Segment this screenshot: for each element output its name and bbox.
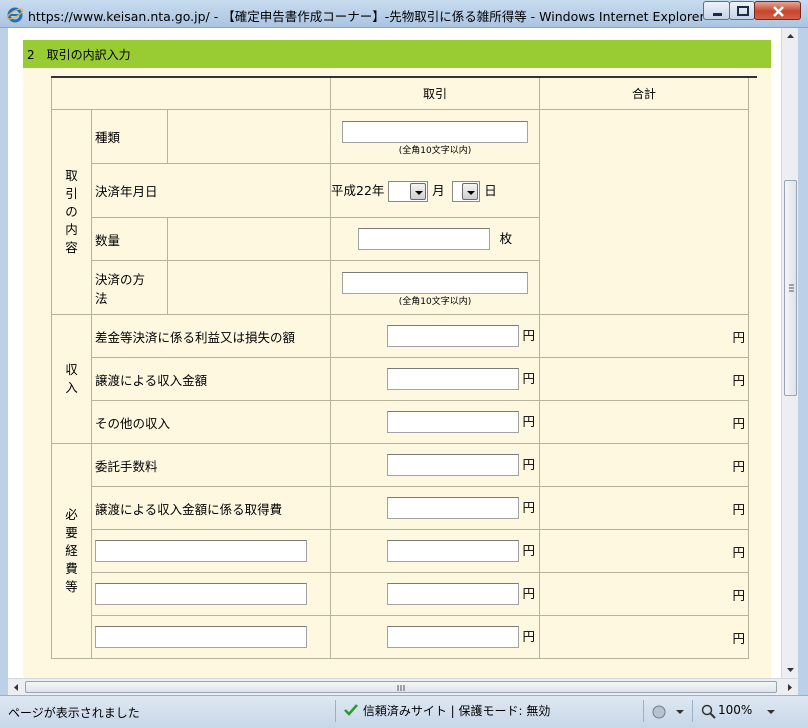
yen-unit: 円 bbox=[522, 542, 535, 558]
expense-acquisition-input[interactable] bbox=[386, 497, 519, 520]
row-spacer bbox=[167, 260, 331, 315]
month-select[interactable] bbox=[388, 180, 429, 202]
chevron-down-icon bbox=[410, 182, 427, 200]
vertical-scrollbar[interactable] bbox=[781, 28, 798, 678]
scroll-up-icon[interactable] bbox=[782, 28, 799, 45]
custom-expense-name-input-2[interactable] bbox=[95, 583, 307, 605]
group-label-content: 取引の内容 bbox=[51, 109, 92, 315]
row-label-method: 決済の方法 bbox=[91, 260, 168, 315]
minimize-icon bbox=[713, 13, 722, 16]
scroll-right-icon[interactable] bbox=[781, 679, 798, 696]
window-titlebar[interactable]: https://www.keisan.nta.go.jp/ - 【確定申告書作成… bbox=[0, 0, 808, 28]
table-top-border bbox=[51, 76, 757, 78]
income-other-input[interactable] bbox=[386, 411, 519, 434]
row-label-income-2: 譲渡による収入金額 bbox=[91, 357, 331, 401]
row-label-income-1: 差金等決済に係る利益又は損失の額 bbox=[91, 314, 331, 358]
custom-expense-amount-input-3[interactable] bbox=[386, 626, 519, 649]
era-year-label: 平成22年 bbox=[331, 182, 385, 198]
row-label-kind: 種類 bbox=[91, 109, 168, 164]
status-bar: ページが表示されました 信頼済みサイト | 保護モード: 無効 100% bbox=[0, 695, 808, 728]
yen-unit: 円 bbox=[522, 499, 535, 515]
custom-expense-amount-input-1[interactable] bbox=[386, 540, 519, 563]
income-transfer-input[interactable] bbox=[386, 368, 519, 391]
transaction-table: 取引 合計 取引の内容 種類 (全角10文字以内) 決済年月日 平成22年 月 bbox=[51, 76, 749, 659]
qty-unit: 枚 bbox=[499, 230, 513, 246]
horizontal-scroll-thumb[interactable] bbox=[25, 681, 777, 693]
yen-unit: 円 bbox=[522, 628, 535, 644]
chevron-down-icon[interactable] bbox=[766, 709, 776, 715]
yen-unit: 円 bbox=[522, 413, 535, 429]
close-button[interactable] bbox=[754, 1, 801, 20]
close-icon bbox=[773, 6, 784, 17]
total-expense-5: 円 bbox=[539, 615, 749, 659]
window-title: https://www.keisan.nta.go.jp/ - 【確定申告書作成… bbox=[28, 9, 705, 24]
status-divider bbox=[692, 700, 693, 722]
qty-input[interactable] bbox=[357, 228, 490, 251]
total-expense-1: 円 bbox=[539, 443, 749, 487]
grip-icon bbox=[397, 685, 405, 691]
trusted-site-text: 信頼済みサイト | 保護モード: 無効 bbox=[362, 704, 551, 718]
total-expense-2: 円 bbox=[539, 486, 749, 530]
status-text: ページが表示されました bbox=[8, 706, 140, 720]
kind-note: (全角10文字以内) bbox=[398, 146, 472, 156]
total-expense-3: 円 bbox=[539, 529, 749, 573]
zoom-icon bbox=[701, 704, 716, 719]
status-divider bbox=[643, 700, 644, 722]
row-spacer bbox=[167, 217, 331, 261]
privacy-icon[interactable] bbox=[652, 704, 686, 720]
group-label-expense: 必要経費等 bbox=[51, 443, 92, 659]
group-label-income: 収入 bbox=[51, 314, 92, 444]
yen-unit: 円 bbox=[522, 585, 535, 601]
row-label-date: 決済年月日 bbox=[91, 163, 331, 218]
row-label-qty: 数量 bbox=[91, 217, 168, 261]
chevron-down-icon bbox=[462, 182, 479, 200]
horizontal-scrollbar[interactable] bbox=[8, 678, 798, 695]
method-note: (全角10文字以内) bbox=[398, 297, 472, 307]
section-title: 2 取引の内訳入力 bbox=[27, 48, 131, 62]
day-label: 日 bbox=[484, 182, 497, 198]
custom-expense-amount-input-2[interactable] bbox=[386, 583, 519, 606]
minimize-button[interactable] bbox=[703, 1, 730, 20]
row-label-income-3: その他の収入 bbox=[91, 400, 331, 444]
row-label-expense-2: 譲渡による収入金額に係る取得費 bbox=[91, 486, 331, 530]
section-header: 2 取引の内訳入力 bbox=[23, 40, 771, 68]
expense-commission-input[interactable] bbox=[386, 454, 519, 477]
custom-expense-name-input-3[interactable] bbox=[95, 626, 307, 648]
vertical-scroll-thumb[interactable] bbox=[784, 180, 797, 396]
method-input[interactable] bbox=[342, 272, 528, 294]
maximize-icon bbox=[737, 6, 749, 16]
trusted-site-indicator[interactable]: 信頼済みサイト | 保護モード: 無効 bbox=[343, 702, 550, 719]
scroll-down-icon[interactable] bbox=[782, 661, 799, 678]
row-label-expense-1: 委託手数料 bbox=[91, 443, 331, 487]
custom-expense-name-input-1[interactable] bbox=[95, 540, 307, 562]
yen-unit: 円 bbox=[522, 327, 535, 343]
total-income-2: 円 bbox=[539, 357, 749, 401]
yen-unit: 円 bbox=[522, 456, 535, 472]
kind-input[interactable] bbox=[342, 121, 528, 143]
status-divider bbox=[335, 700, 336, 722]
income-profit-input[interactable] bbox=[386, 325, 519, 348]
total-expense-4: 円 bbox=[539, 572, 749, 616]
header-trade: 取引 bbox=[330, 76, 540, 110]
total-income-1: 円 bbox=[539, 314, 749, 358]
yen-unit: 円 bbox=[522, 370, 535, 386]
month-label: 月 bbox=[432, 182, 445, 198]
header-total: 合計 bbox=[539, 76, 749, 110]
row-spacer bbox=[167, 109, 331, 164]
internet-explorer-icon bbox=[6, 7, 24, 23]
day-select[interactable] bbox=[452, 180, 481, 202]
checkmark-icon bbox=[344, 704, 358, 716]
header-blank bbox=[51, 76, 331, 110]
total-income-3: 円 bbox=[539, 400, 749, 444]
maximize-button[interactable] bbox=[729, 1, 755, 20]
total-blank bbox=[539, 109, 749, 315]
grip-icon bbox=[789, 284, 794, 292]
zoom-level[interactable]: 100% bbox=[718, 703, 752, 717]
browser-content: 2 取引の内訳入力 取引 合計 取引の内容 種類 (全角10文字以内) 決済年月… bbox=[8, 28, 781, 678]
scroll-left-icon[interactable] bbox=[8, 679, 25, 696]
